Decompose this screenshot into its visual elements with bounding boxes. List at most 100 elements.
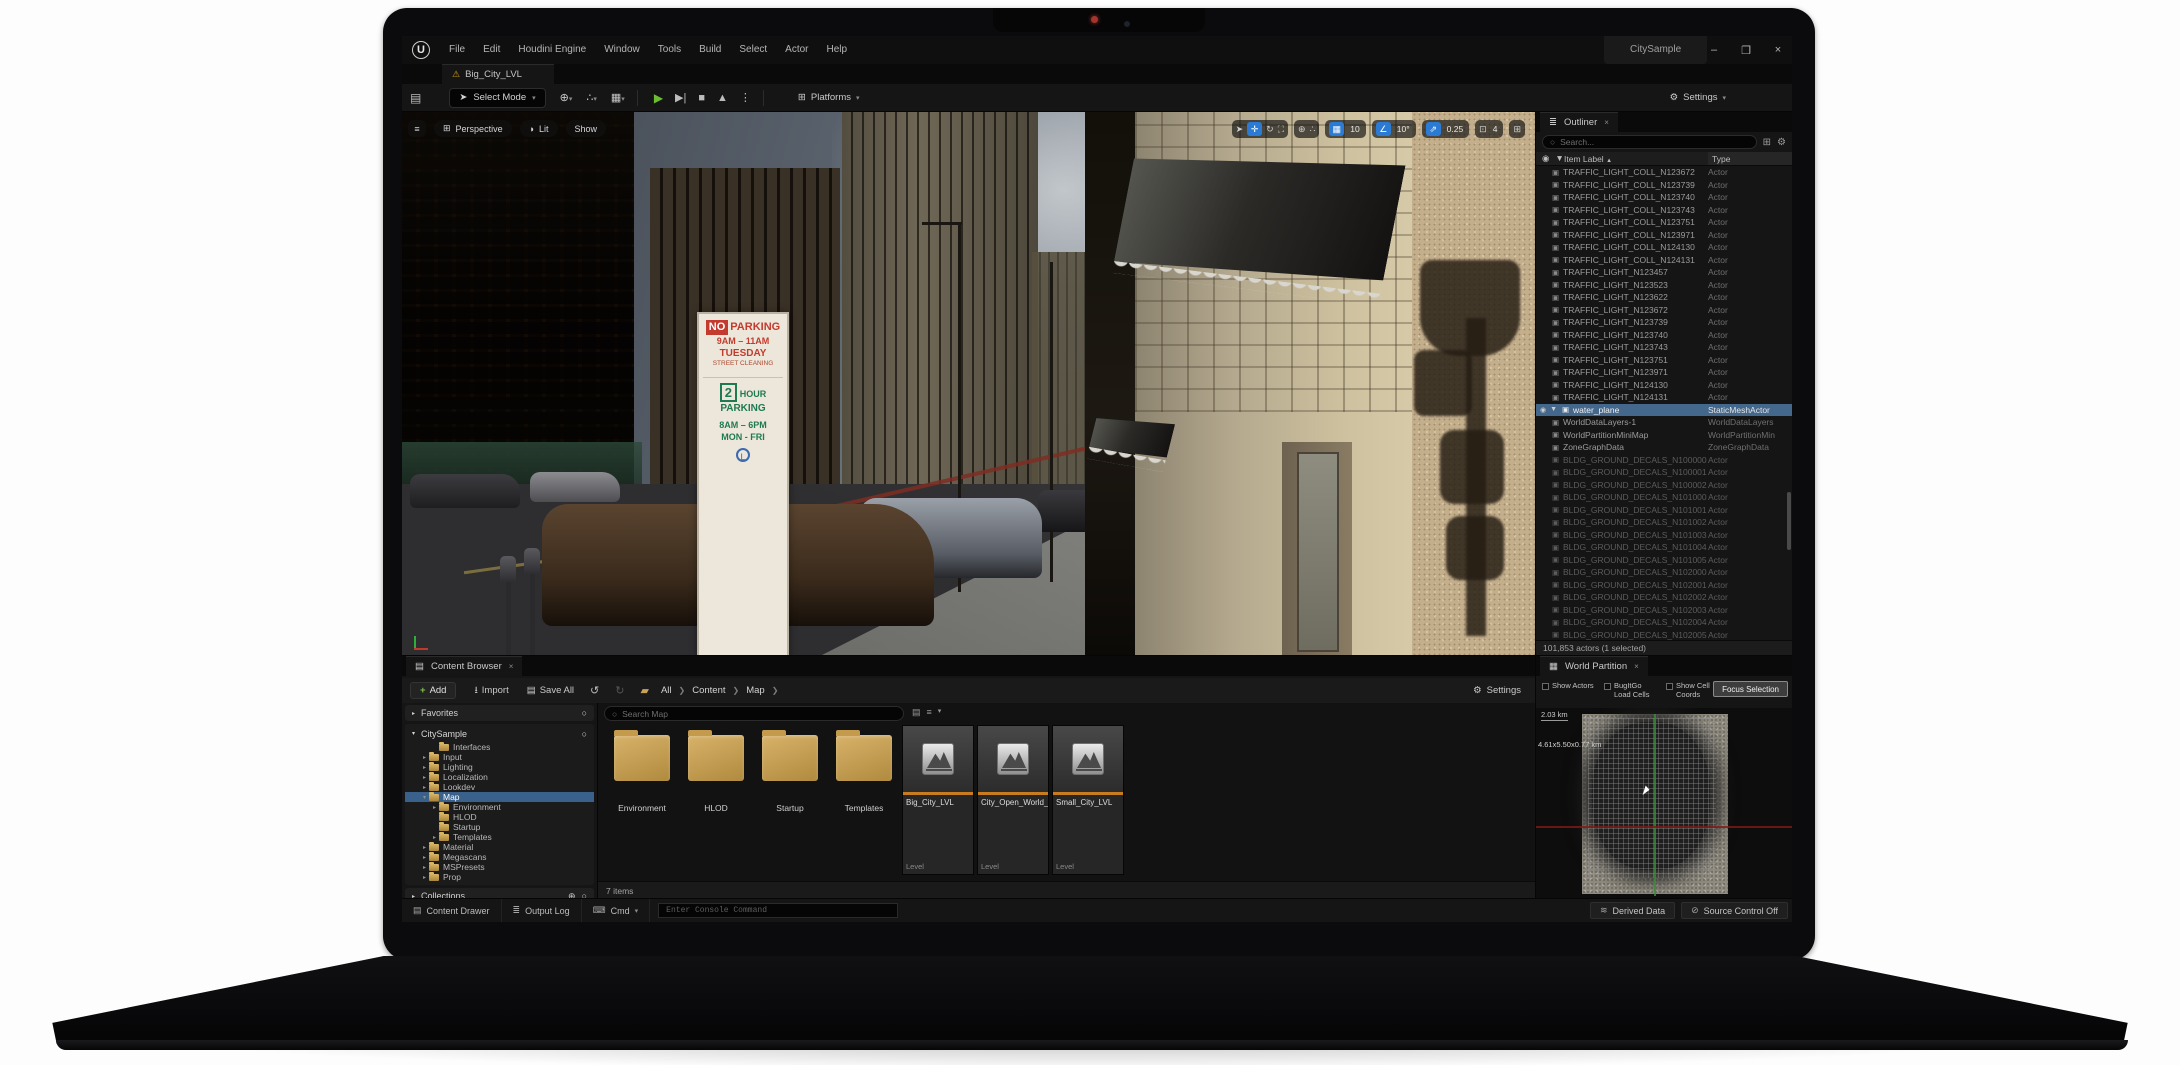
play-options-icon[interactable]: ⋮ bbox=[740, 91, 751, 104]
back-icon[interactable]: ↺ bbox=[590, 684, 599, 697]
pin-column-icon[interactable]: ▼ bbox=[1555, 153, 1563, 164]
outliner-row[interactable]: ▣ BLDG_GROUND_DECALS_N101001 (Ur Actor bbox=[1536, 504, 1792, 517]
close-icon[interactable]: × bbox=[1604, 118, 1609, 127]
menu-item-build[interactable]: Build bbox=[690, 36, 730, 64]
surface-snap-icon[interactable]: ∴ bbox=[1310, 124, 1316, 135]
pin-icon[interactable]: ▼ bbox=[1550, 406, 1557, 414]
menu-item-select[interactable]: Select bbox=[730, 36, 776, 64]
tab-big-city-lvl[interactable]: ⚠ Big_City_LVL bbox=[442, 64, 554, 84]
camera-speed-icon[interactable]: ⊡ bbox=[1479, 124, 1487, 135]
outliner-row[interactable]: ▣ TRAFFIC_LIGHT_COLL_N123740 Actor bbox=[1536, 191, 1792, 204]
tree-item-material[interactable]: ▸ Material bbox=[405, 841, 594, 852]
content-browser-settings[interactable]: ⚙ Settings bbox=[1473, 685, 1521, 696]
derived-data-button[interactable]: ≋ Derived Data bbox=[1590, 902, 1676, 919]
menu-item-edit[interactable]: Edit bbox=[474, 36, 509, 64]
folder-tile-startup[interactable]: Startup bbox=[754, 725, 826, 813]
close-button[interactable]: × bbox=[1770, 44, 1786, 56]
chevron-down-icon[interactable]: ▾ bbox=[938, 707, 942, 718]
rotate-tool-icon[interactable]: ↻ bbox=[1266, 124, 1274, 135]
filter-icon[interactable]: ≡ bbox=[927, 707, 932, 718]
tree-item-localization[interactable]: ▸ Localization bbox=[405, 771, 594, 782]
eject-button[interactable]: ▲ bbox=[717, 92, 728, 104]
outliner-row[interactable]: ▣ BLDG_GROUND_DECALS_N102004 (Ur Actor bbox=[1536, 616, 1792, 629]
world-partition-minimap[interactable]: 2.03 km 4.61x5.50x0.77 km bbox=[1536, 708, 1792, 899]
add-button[interactable]: + Add bbox=[410, 682, 457, 699]
outliner-scrollbar[interactable] bbox=[1787, 492, 1791, 550]
outliner-row[interactable]: ▣ TRAFFIC_LIGHT_N124130 Actor bbox=[1536, 379, 1792, 392]
show-dropdown[interactable]: Show bbox=[565, 120, 607, 137]
cinematics-icon[interactable]: ▦▾ bbox=[611, 91, 625, 104]
scale-snap-value[interactable]: 0.25 bbox=[1445, 124, 1466, 134]
add-actor-icon[interactable]: ⊕▾ bbox=[560, 91, 573, 104]
outliner-row[interactable]: ◉ ▼ ▣ water_plane StaticMeshActor bbox=[1536, 403, 1792, 416]
outliner-row[interactable]: ▣ TRAFFIC_LIGHT_N123672 Actor bbox=[1536, 304, 1792, 317]
rotation-snap-icon[interactable]: ∠ bbox=[1375, 122, 1391, 136]
viewport-menu-icon[interactable]: ≡ bbox=[408, 120, 426, 137]
tab-outliner[interactable]: ≣ Outliner × bbox=[1540, 112, 1618, 132]
save-all-button[interactable]: ▤ Save All bbox=[527, 685, 574, 696]
asset-tile-big_city_lvl[interactable]: Big_City_LVL Level bbox=[902, 725, 974, 875]
tab-content-browser[interactable]: ▤ Content Browser × bbox=[406, 656, 523, 676]
focus-selection-button[interactable]: Focus Selection bbox=[1713, 681, 1788, 697]
outliner-row[interactable]: ▣ BLDG_GROUND_DECALS_N101003 (Ur Actor bbox=[1536, 529, 1792, 542]
outliner-row[interactable]: ▣ WorldPartitionMiniMap WorldPartitionMin bbox=[1536, 429, 1792, 442]
import-button[interactable]: ⭳ Import bbox=[474, 683, 508, 699]
project-root[interactable]: ▾ CitySample ○ bbox=[405, 726, 594, 741]
outliner-row[interactable]: ▣ TRAFFIC_LIGHT_N124131 Actor bbox=[1536, 391, 1792, 404]
perspective-dropdown[interactable]: ⊞ Perspective bbox=[434, 120, 512, 137]
outliner-row[interactable]: ▣ TRAFFIC_LIGHT_N123971 Actor bbox=[1536, 366, 1792, 379]
minimize-button[interactable]: – bbox=[1706, 44, 1722, 56]
unreal-logo-icon[interactable]: U bbox=[412, 41, 430, 59]
outliner-row[interactable]: ▣ TRAFFIC_LIGHT_COLL_N124131 Actor bbox=[1536, 254, 1792, 267]
outliner-row[interactable]: ▣ BLDG_GROUND_DECALS_N100000 (Ur Actor bbox=[1536, 454, 1792, 467]
lit-dropdown[interactable]: ◑ Lit bbox=[519, 120, 558, 137]
search-icon[interactable]: ○ bbox=[582, 729, 587, 739]
asset-search-input[interactable]: ○ Search Map bbox=[604, 706, 904, 721]
outliner-row[interactable]: ▣ TRAFFIC_LIGHT_N123457 Actor bbox=[1536, 266, 1792, 279]
skip-button[interactable]: ▶| bbox=[675, 91, 686, 104]
outliner-row[interactable]: ▣ BLDG_GROUND_DECALS_N102000 (Ur Actor bbox=[1536, 566, 1792, 579]
select-mode-dropdown[interactable]: ➤ Select Mode ▾ bbox=[449, 87, 546, 108]
outliner-row[interactable]: ▣ BLDG_GROUND_DECALS_N101002 (Ur Actor bbox=[1536, 516, 1792, 529]
outliner-row[interactable]: ▣ TRAFFIC_LIGHT_COLL_N123672 Actor bbox=[1536, 166, 1792, 179]
outliner-search-input[interactable]: ○ Search... bbox=[1542, 135, 1757, 149]
outliner-row[interactable]: ▣ TRAFFIC_LIGHT_COLL_N123743 Actor bbox=[1536, 204, 1792, 217]
outliner-row[interactable]: ▣ BLDG_GROUND_DECALS_N102002 (Ur Actor bbox=[1536, 591, 1792, 604]
tree-item-lookdev[interactable]: ▸ Lookdev bbox=[405, 781, 594, 792]
add-folder-icon[interactable]: ⊞ bbox=[1763, 137, 1771, 148]
visibility-column-icon[interactable]: ◉ bbox=[1542, 153, 1549, 164]
platforms-dropdown[interactable]: ⊞ Platforms ▾ bbox=[798, 92, 860, 103]
tree-item-interfaces[interactable]: Interfaces bbox=[405, 741, 594, 752]
scale-snap-icon[interactable]: ⇗ bbox=[1425, 122, 1441, 136]
cmd-dropdown[interactable]: ⌨ Cmd ▾ bbox=[582, 899, 651, 922]
outliner-row[interactable]: ▣ BLDG_GROUND_DECALS_N102005 (Ur Actor bbox=[1536, 629, 1792, 641]
outliner-row[interactable]: ▣ BLDG_GROUND_DECALS_N102001 (Ur Actor bbox=[1536, 579, 1792, 592]
type-column[interactable]: Type bbox=[1708, 152, 1792, 165]
grid-snap-value[interactable]: 10 bbox=[1348, 124, 1361, 134]
blueprints-icon[interactable]: ∴▾ bbox=[586, 91, 597, 104]
tab-world-partition[interactable]: ▦ World Partition × bbox=[1540, 656, 1648, 676]
outliner-row[interactable]: ▣ BLDG_GROUND_DECALS_N101000 (Ur Actor bbox=[1536, 491, 1792, 504]
menu-item-actor[interactable]: Actor bbox=[776, 36, 817, 64]
tree-item-input[interactable]: ▸ Input bbox=[405, 751, 594, 762]
menu-item-tools[interactable]: Tools bbox=[649, 36, 690, 64]
outliner-row[interactable]: ▣ TRAFFIC_LIGHT_N123743 Actor bbox=[1536, 341, 1792, 354]
outliner-row[interactable]: ▣ TRAFFIC_LIGHT_COLL_N123751 Actor bbox=[1536, 216, 1792, 229]
console-input[interactable]: Enter Console Command bbox=[658, 903, 899, 918]
outliner-row[interactable]: ▣ BLDG_GROUND_DECALS_N100001 (Ur Actor bbox=[1536, 466, 1792, 479]
camera-speed-value[interactable]: 4 bbox=[1491, 124, 1500, 134]
outliner-settings-icon[interactable]: ⚙ bbox=[1777, 137, 1786, 148]
tree-item-startup[interactable]: Startup bbox=[405, 821, 594, 832]
outliner-row[interactable]: ▣ BLDG_GROUND_DECALS_N100002 (Ur Actor bbox=[1536, 479, 1792, 492]
source-control-button[interactable]: ⊘ Source Control Off bbox=[1681, 902, 1788, 919]
save-search-icon[interactable]: ▤ bbox=[912, 707, 921, 718]
tree-item-mspresets[interactable]: ▸ MSPresets bbox=[405, 861, 594, 872]
favorites-section[interactable]: ▸ Favorites ○ bbox=[405, 705, 594, 721]
menu-item-houdini-engine[interactable]: Houdini Engine bbox=[509, 36, 595, 64]
outliner-row[interactable]: ▣ BLDG_GROUND_DECALS_N101005 (Ur Actor bbox=[1536, 554, 1792, 567]
folder-tile-templates[interactable]: Templates bbox=[828, 725, 900, 813]
close-icon[interactable]: × bbox=[1634, 662, 1639, 671]
maximize-button[interactable]: ❐ bbox=[1738, 44, 1754, 57]
outliner-row[interactable]: ▣ TRAFFIC_LIGHT_COLL_N123739 Actor bbox=[1536, 179, 1792, 192]
visibility-icon[interactable]: ◉ bbox=[1540, 406, 1546, 414]
